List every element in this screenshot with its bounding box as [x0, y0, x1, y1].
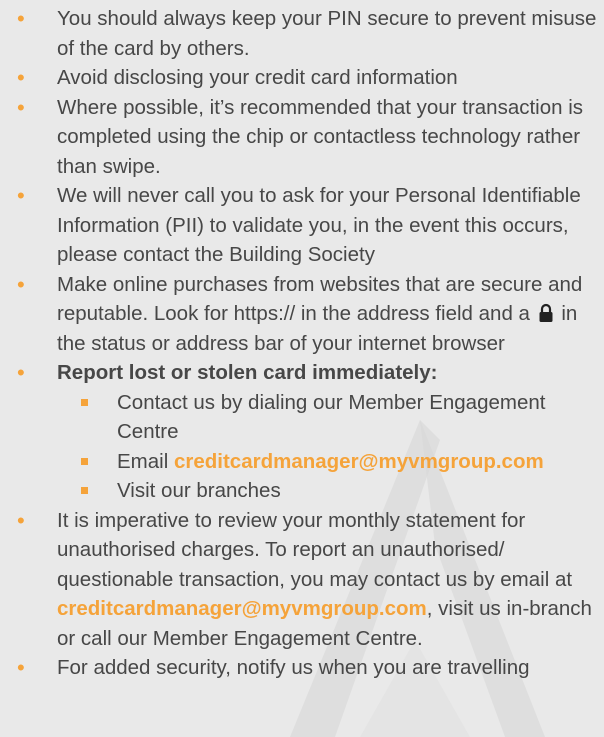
bullet-icon: • — [17, 183, 25, 208]
list-item: • Where possible, it’s recommended that … — [0, 93, 604, 182]
bullet-icon: • — [17, 655, 25, 680]
list-item-text: Where possible, it’s recommended that yo… — [57, 95, 584, 178]
list-item-text: Avoid disclosing your credit card inform… — [57, 66, 458, 89]
square-bullet-icon — [81, 457, 88, 465]
email-link[interactable]: creditcardmanager@myvmgroup.com — [174, 450, 544, 473]
list-item-text: We will never call you to ask for your P… — [57, 184, 581, 266]
square-bullet-icon — [81, 398, 88, 406]
bullet-icon: • — [17, 65, 25, 90]
document-body: • You should always keep your PIN secure… — [0, 4, 604, 683]
lock-icon — [539, 303, 553, 322]
sub-list-item: Email creditcardmanager@myvmgroup.com — [57, 447, 600, 477]
list-item-text: It is imperative to review your monthly … — [57, 508, 573, 591]
list-item: • Avoid disclosing your credit card info… — [0, 63, 604, 93]
security-tips-list: • You should always keep your PIN secure… — [0, 4, 604, 683]
bullet-icon: • — [17, 507, 25, 533]
list-item-text: Make online purchases from websites that… — [57, 272, 583, 326]
list-item: • For added security, notify us when you… — [0, 653, 604, 683]
bullet-icon: • — [17, 360, 25, 385]
sub-list-item-text: Email — [117, 449, 169, 473]
sub-list-item-text: Visit our branches — [117, 479, 281, 502]
list-item: • We will never call you to ask for your… — [0, 181, 604, 270]
list-item-text: You should always keep your PIN secure t… — [57, 7, 597, 60]
bullet-icon: • — [17, 6, 25, 31]
list-item: • You should always keep your PIN secure… — [0, 4, 604, 63]
report-lost-card-heading: Report lost or stolen card immediately: — [57, 361, 438, 384]
bullet-icon: • — [17, 271, 25, 297]
list-item: • Report lost or stolen card immediately… — [0, 358, 604, 506]
report-options-list: Contact us by dialing our Member Engagem… — [57, 388, 600, 506]
square-bullet-icon — [81, 487, 88, 494]
sub-list-item: Contact us by dialing our Member Engagem… — [57, 388, 600, 447]
list-item-text: For added security, notify us when you a… — [57, 656, 530, 679]
sub-list-item: Visit our branches — [57, 476, 600, 506]
bullet-icon: • — [17, 94, 25, 120]
list-item: • Make online purchases from websites th… — [0, 270, 604, 359]
sub-list-item-text: Contact us by dialing our Member Engagem… — [117, 390, 546, 444]
email-link[interactable]: creditcardmanager@myvmgroup.com — [57, 597, 427, 620]
list-item: • It is imperative to review your monthl… — [0, 506, 604, 654]
